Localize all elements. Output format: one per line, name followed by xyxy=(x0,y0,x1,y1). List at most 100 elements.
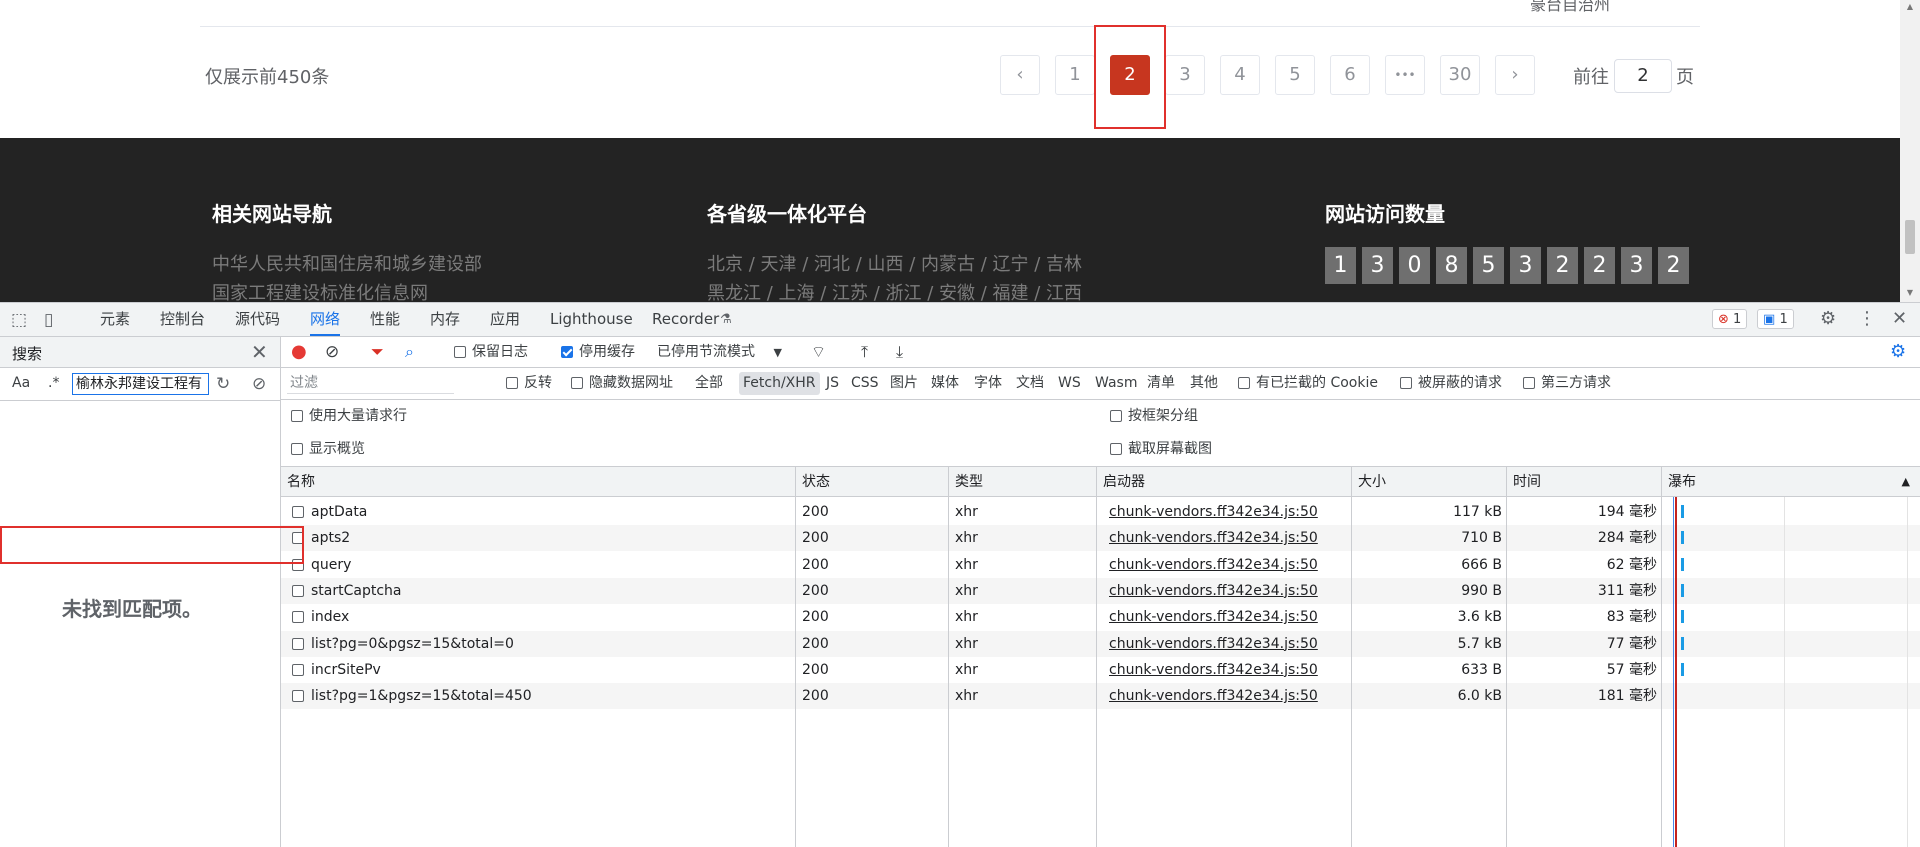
cell-initiator[interactable]: chunk-vendors.ff342e34.js:50 xyxy=(1109,525,1318,551)
footer-link-mohurd[interactable]: 中华人民共和国住房和城乡建设部 xyxy=(212,250,482,276)
more-options-icon[interactable]: ⋮ xyxy=(1858,309,1876,329)
tab-elements[interactable]: 元素 xyxy=(100,303,130,336)
cell-name[interactable]: list?pg=1&pgsz=15&total=450 xyxy=(311,683,532,709)
prev-page-button[interactable]: ‹ xyxy=(1000,55,1040,95)
page-scrollbar[interactable]: ▲ ▼ xyxy=(1900,0,1920,302)
import-har-icon[interactable]: ⤒ xyxy=(861,337,868,367)
blocked-cookies-checkbox[interactable]: 有已拦截的 Cookie xyxy=(1238,368,1378,399)
cell-initiator[interactable]: chunk-vendors.ff342e34.js:50 xyxy=(1109,657,1318,683)
page-button-5[interactable]: 5 xyxy=(1275,55,1315,95)
header-time[interactable]: 时间 xyxy=(1507,467,1662,497)
filter-icon[interactable]: ⏷ xyxy=(371,337,384,367)
filter-css[interactable]: CSS xyxy=(851,368,879,399)
filter-fetch-xhr[interactable]: Fetch/XHR xyxy=(739,372,820,395)
device-toolbar-icon[interactable]: ▯ xyxy=(44,310,53,330)
close-devtools-icon[interactable]: ✕ xyxy=(1892,309,1907,329)
search-icon[interactable]: ⌕ xyxy=(405,337,414,367)
tab-sources[interactable]: 源代码 xyxy=(235,303,280,336)
throttle-select[interactable]: 已停用节流模式 ▼ xyxy=(657,337,782,367)
filter-input[interactable]: 过滤 xyxy=(287,373,454,394)
blocked-requests-checkbox[interactable]: 被屏蔽的请求 xyxy=(1400,368,1502,399)
header-status[interactable]: 状态 xyxy=(796,467,949,497)
disable-cache-box[interactable] xyxy=(561,346,573,358)
next-page-button[interactable]: › xyxy=(1495,55,1535,95)
filter-js[interactable]: JS xyxy=(826,368,839,399)
filter-manifest[interactable]: 清单 xyxy=(1147,368,1175,399)
third-party-checkbox[interactable]: 第三方请求 xyxy=(1523,368,1611,399)
preserve-log-checkbox[interactable]: 保留日志 xyxy=(454,337,528,367)
footer-province-title: 各省级一体化平台 xyxy=(707,202,867,226)
page-ellipsis-button[interactable]: ••• xyxy=(1385,55,1425,95)
cell-initiator[interactable]: chunk-vendors.ff342e34.js:50 xyxy=(1109,631,1318,657)
disable-cache-checkbox[interactable]: 停用缓存 xyxy=(561,337,635,367)
match-case-button[interactable]: Aa xyxy=(12,375,30,391)
large-rows-checkbox[interactable]: 使用大量请求行 xyxy=(291,406,407,426)
devtools-tab-bar: ⬚ ▯ 元素 控制台 源代码 网络 性能 内存 应用 Lighthouse Re… xyxy=(0,303,1920,337)
page-button-1[interactable]: 1 xyxy=(1055,55,1095,95)
filter-img[interactable]: 图片 xyxy=(890,368,918,399)
group-by-frame-checkbox[interactable]: 按框架分组 xyxy=(1110,406,1198,426)
show-overview-checkbox[interactable]: 显示概览 xyxy=(291,439,365,459)
tab-performance[interactable]: 性能 xyxy=(370,303,400,336)
cell-name[interactable]: query xyxy=(311,552,351,578)
footer-province-row-1[interactable]: 北京 / 天津 / 河北 / 山西 / 内蒙古 / 辽宁 / 吉林 xyxy=(707,250,1082,276)
regex-button[interactable]: .* xyxy=(48,375,59,391)
cell-initiator[interactable]: chunk-vendors.ff342e34.js:50 xyxy=(1109,499,1318,525)
preserve-log-box[interactable] xyxy=(454,346,466,358)
cell-name[interactable]: incrSitePv xyxy=(311,657,381,683)
capture-screenshots-checkbox[interactable]: 截取屏幕截图 xyxy=(1110,439,1212,459)
filter-ws[interactable]: WS xyxy=(1058,368,1081,399)
footer-province-row-2[interactable]: 黑龙江 / 上海 / 江苏 / 浙江 / 安徽 / 福建 / 江西 xyxy=(707,279,1082,302)
filter-all[interactable]: 全部 xyxy=(695,368,723,399)
tab-application[interactable]: 应用 xyxy=(490,303,520,336)
search-input[interactable]: 榆林永邦建设工程有 xyxy=(72,373,209,395)
filter-doc[interactable]: 文档 xyxy=(1016,368,1044,399)
header-size[interactable]: 大小 xyxy=(1352,467,1507,497)
filter-wasm[interactable]: Wasm xyxy=(1095,368,1137,399)
cell-name[interactable]: startCaptcha xyxy=(311,578,402,604)
cell-name[interactable]: list?pg=0&pgsz=15&total=0 xyxy=(311,631,514,657)
cell-name[interactable]: index xyxy=(311,604,349,630)
filter-font[interactable]: 字体 xyxy=(974,368,1002,399)
page-button-3[interactable]: 3 xyxy=(1165,55,1205,95)
goto-page-input[interactable]: 2 xyxy=(1614,59,1672,93)
cell-initiator[interactable]: chunk-vendors.ff342e34.js:50 xyxy=(1109,683,1318,709)
scroll-up-icon[interactable]: ▲ xyxy=(1905,2,1915,12)
hide-data-urls-checkbox[interactable]: 隐藏数据网址 xyxy=(571,368,673,399)
header-initiator[interactable]: 启动器 xyxy=(1097,467,1352,497)
filter-media[interactable]: 媒体 xyxy=(931,368,959,399)
footer-link-standards[interactable]: 国家工程建设标准化信息网 xyxy=(212,279,428,302)
filter-other[interactable]: 其他 xyxy=(1190,368,1218,399)
network-settings-icon[interactable]: ⚙ xyxy=(1890,337,1906,367)
page-button-30[interactable]: 30 xyxy=(1440,55,1480,95)
export-har-icon[interactable]: ⤓ xyxy=(896,337,903,367)
header-type[interactable]: 类型 xyxy=(949,467,1097,497)
tab-console[interactable]: 控制台 xyxy=(160,303,205,336)
cell-name[interactable]: aptData xyxy=(311,499,367,525)
scroll-down-icon[interactable]: ▼ xyxy=(1905,288,1915,298)
tab-recorder[interactable]: Recorder xyxy=(652,303,719,336)
page-button-4[interactable]: 4 xyxy=(1220,55,1260,95)
error-badge[interactable]: ⊗ 1 xyxy=(1712,309,1748,329)
invert-checkbox[interactable]: 反转 xyxy=(506,368,552,399)
clear-search-icon[interactable]: ⊘ xyxy=(252,374,266,394)
scroll-thumb[interactable] xyxy=(1905,220,1915,254)
record-icon[interactable]: ● xyxy=(291,337,307,367)
network-conditions-icon[interactable]: ⌔ xyxy=(811,337,826,367)
cell-initiator[interactable]: chunk-vendors.ff342e34.js:50 xyxy=(1109,604,1318,630)
page-button-6[interactable]: 6 xyxy=(1330,55,1370,95)
cell-initiator[interactable]: chunk-vendors.ff342e34.js:50 xyxy=(1109,578,1318,604)
tab-memory[interactable]: 内存 xyxy=(430,303,460,336)
message-badge[interactable]: ▣ 1 xyxy=(1757,309,1794,329)
tab-network[interactable]: 网络 xyxy=(310,303,341,336)
inspect-element-icon[interactable]: ⬚ xyxy=(11,310,27,330)
close-search-icon[interactable]: ✕ xyxy=(251,340,268,364)
cell-name[interactable]: apts2 xyxy=(311,525,350,551)
settings-gear-icon[interactable]: ⚙ xyxy=(1820,309,1836,329)
cell-initiator[interactable]: chunk-vendors.ff342e34.js:50 xyxy=(1109,552,1318,578)
refresh-icon[interactable]: ↻ xyxy=(216,374,230,394)
clear-log-icon[interactable]: ⊘ xyxy=(325,337,339,367)
header-name[interactable]: 名称 xyxy=(281,467,796,497)
tab-lighthouse[interactable]: Lighthouse xyxy=(550,303,633,336)
header-waterfall[interactable]: 瀑布 ▲ xyxy=(1662,467,1920,497)
